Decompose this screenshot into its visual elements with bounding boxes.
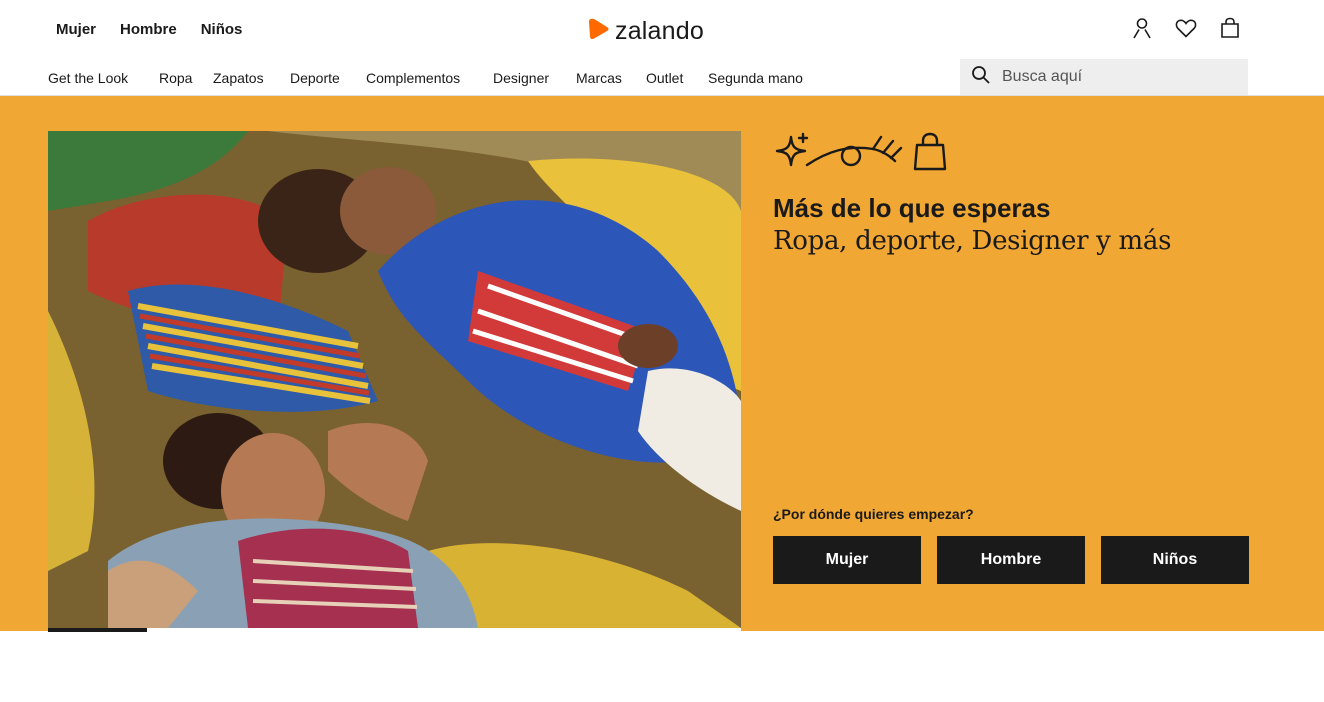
search-icon[interactable] [971, 65, 991, 90]
gender-nav-ninos[interactable]: Niños [201, 21, 243, 38]
category-outlet[interactable]: Outlet [646, 70, 683, 86]
category-get-the-look[interactable]: Get the Look [48, 70, 128, 86]
category-ropa[interactable]: Ropa [159, 70, 192, 86]
gender-nav: Mujer Hombre Niños [56, 21, 242, 38]
site-header: Mujer Hombre Niños zalando [0, 0, 1324, 60]
hero-prompt: ¿Por dónde quieres empezar? [773, 506, 974, 522]
category-designer[interactable]: Designer [493, 70, 549, 86]
cta-ninos-button[interactable]: Niños [1101, 536, 1249, 584]
logo-wordmark: zalando [615, 17, 704, 45]
category-marcas[interactable]: Marcas [576, 70, 622, 86]
zalando-logo[interactable]: zalando [587, 16, 704, 47]
sparkle-eye-bag-doodle-icon [773, 131, 1253, 178]
shopping-bag-icon[interactable] [1218, 16, 1242, 40]
wishlist-heart-icon[interactable] [1174, 16, 1198, 40]
category-deporte[interactable]: Deporte [290, 70, 340, 86]
carousel-progress-fill [48, 628, 148, 632]
user-actions [1130, 16, 1242, 40]
carousel-progress-bar [48, 628, 741, 632]
gender-nav-hombre[interactable]: Hombre [120, 21, 177, 38]
cta-hombre-button[interactable]: Hombre [937, 536, 1085, 584]
hero-subline: Ropa, deporte, Designer y más [773, 226, 1172, 256]
hero-photo [48, 131, 741, 628]
category-segunda-mano[interactable]: Segunda mano [708, 70, 803, 86]
hero-cta-row: Mujer Hombre Niños [773, 536, 1249, 584]
cta-mujer-button[interactable]: Mujer [773, 536, 921, 584]
search-input[interactable] [1002, 68, 1232, 86]
hero-copy: Más de lo que esperas Ropa, deporte, Des… [773, 131, 1253, 258]
gender-nav-mujer[interactable]: Mujer [56, 21, 96, 38]
logo-play-icon [587, 16, 611, 47]
category-zapatos[interactable]: Zapatos [213, 70, 264, 86]
hero-banner: Más de lo que esperas Ropa, deporte, Des… [0, 95, 1324, 632]
search-bar [960, 59, 1248, 95]
user-account-icon[interactable] [1130, 16, 1154, 40]
hero-headline: Más de lo que esperas [773, 193, 1051, 223]
category-complementos[interactable]: Complementos [366, 70, 460, 86]
